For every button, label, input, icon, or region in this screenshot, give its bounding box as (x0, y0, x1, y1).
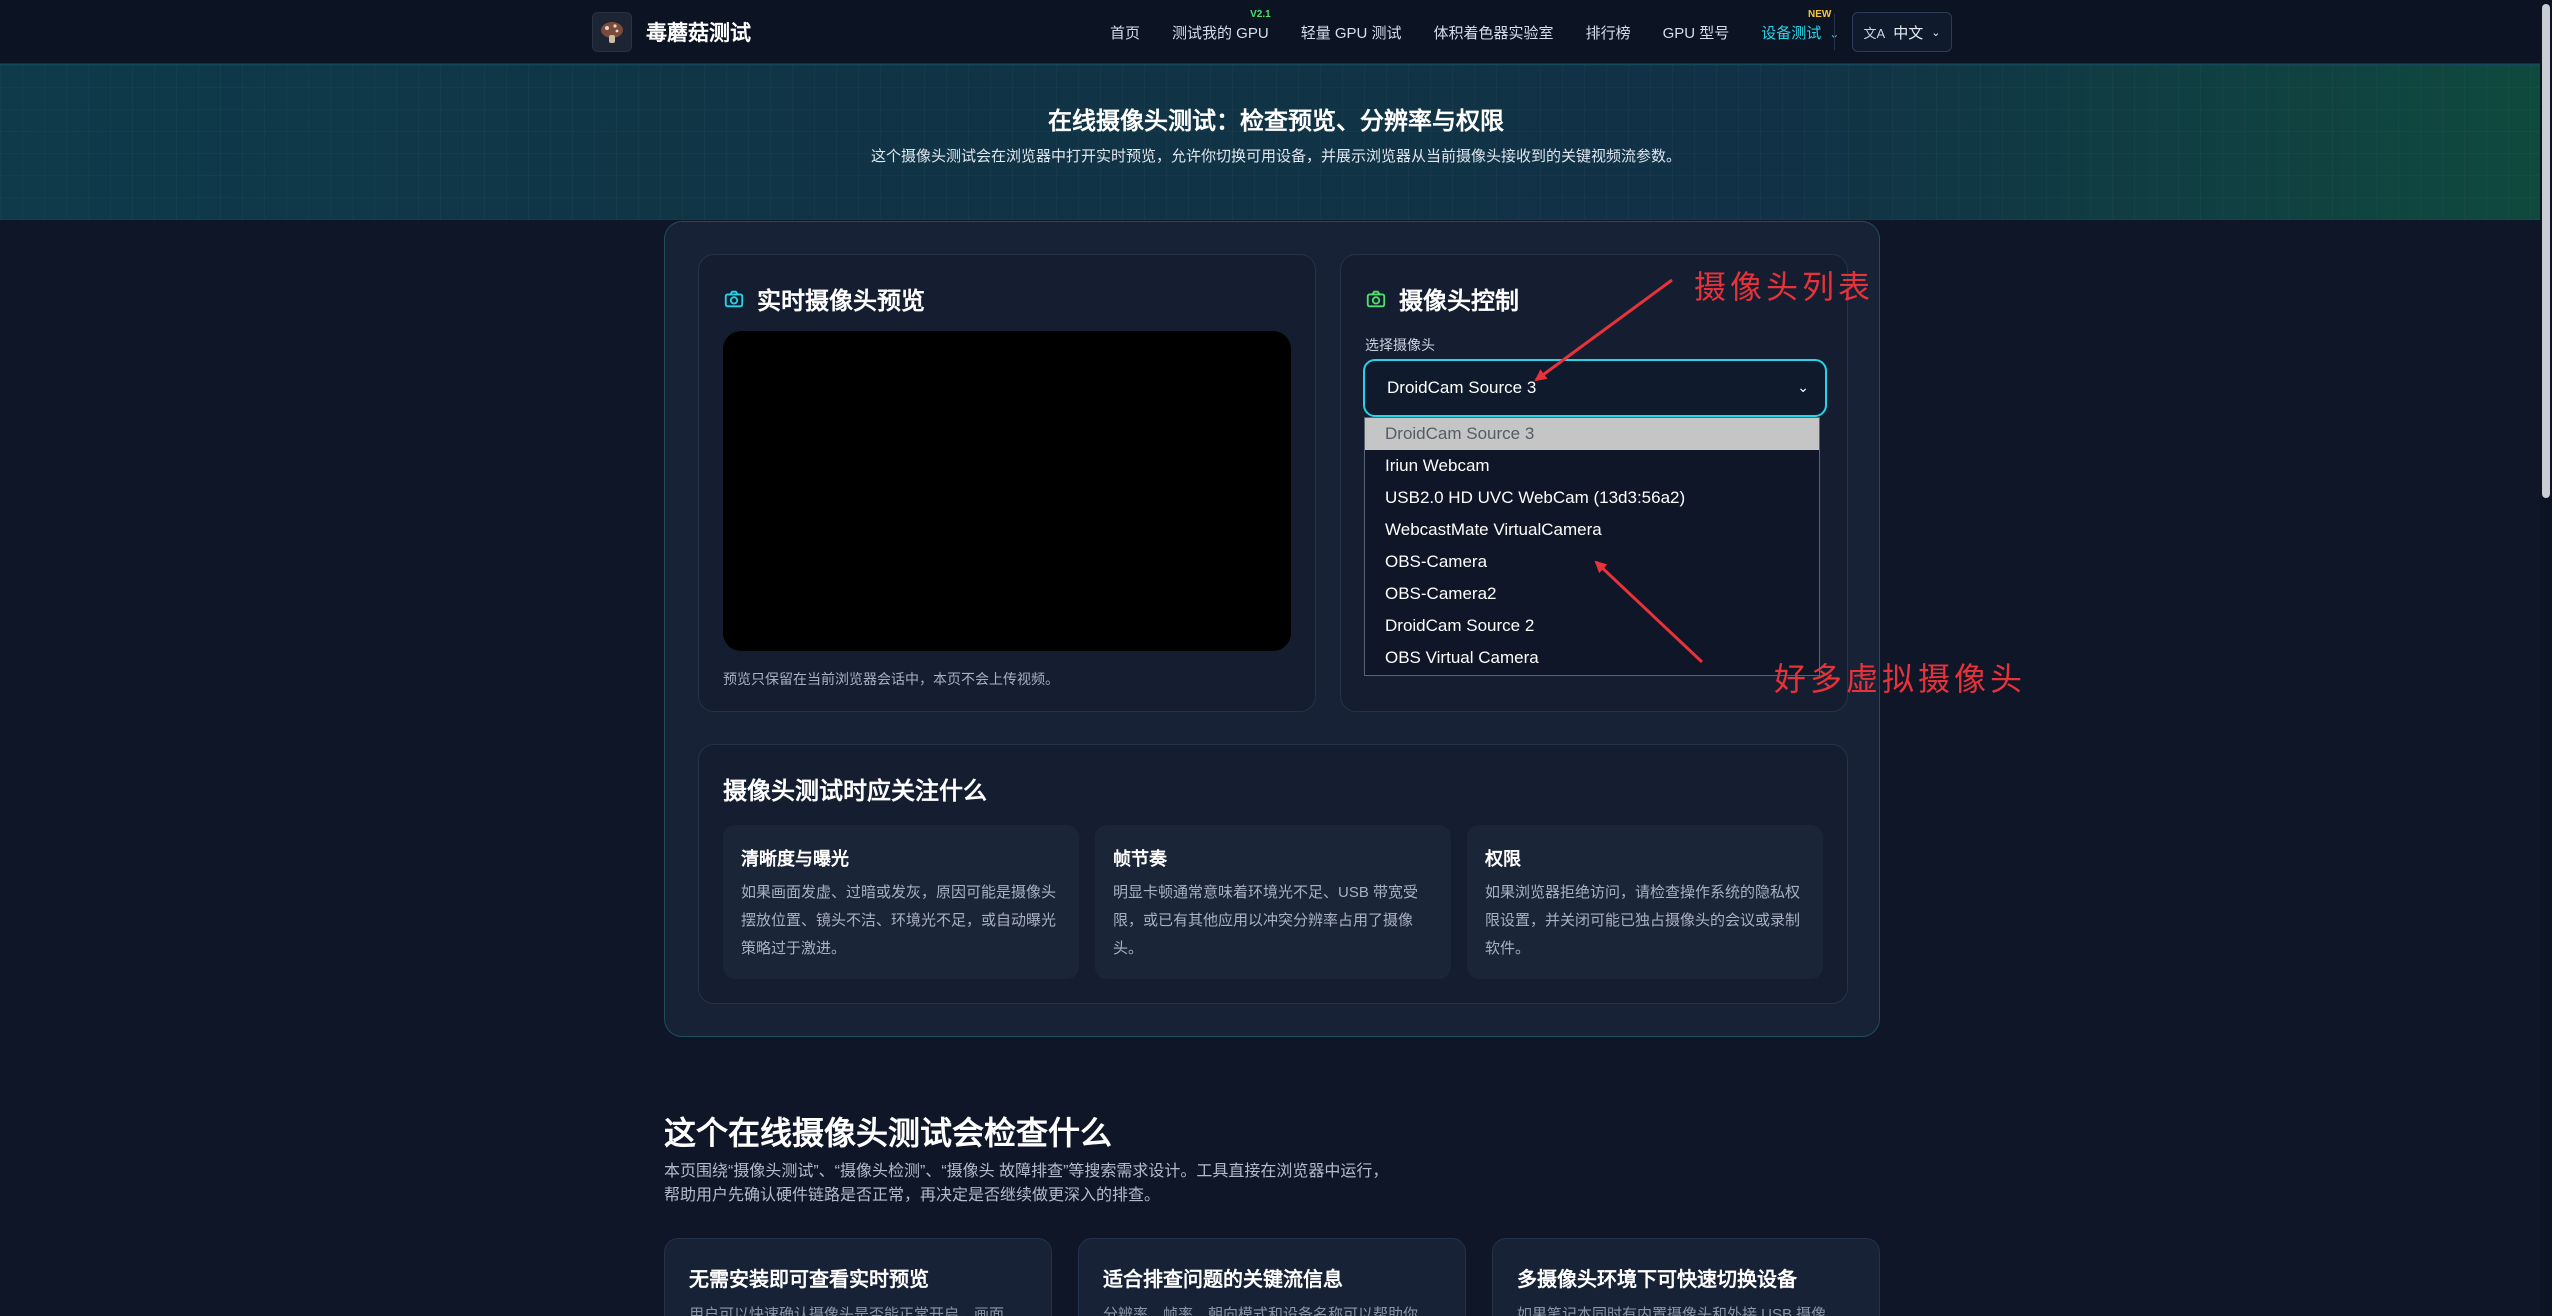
scrollbar-thumb[interactable] (2542, 4, 2550, 498)
preview-title-text: 实时摄像头预览 (757, 288, 925, 315)
tile-permissions: 权限 如果浏览器拒绝访问，请检查操作系统的隐私权限设置，并关闭可能已独占摄像头的… (1467, 825, 1823, 979)
camera-select-value: DroidCam Source 3 (1387, 378, 1537, 397)
translate-icon: 文A (1863, 25, 1886, 41)
feature-card-body: 用户可以快速确认摄像头是否能正常开启，画面 (689, 1306, 1005, 1316)
tile-body: 如果画面发虚、过暗或发灰，原因可能是摄像头摆放位置、镜头不洁、环境光不足，或自动… (741, 884, 1057, 957)
page-title: 在线摄像头测试：检查预览、分辨率与权限 (1048, 108, 1504, 135)
chevron-down-icon: ⌄ (1797, 379, 1809, 395)
nav-test-gpu[interactable]: 测试我的 GPU V2.1 (1172, 9, 1271, 43)
nav-light-gpu-test[interactable]: 轻量 GPU 测试 (1301, 22, 1402, 43)
focus-section: 摄像头测试时应关注什么 清晰度与曝光 如果画面发虚、过暗或发灰，原因可能是摄像头… (698, 744, 1848, 1004)
brand[interactable]: 毒蘑菇测试 (592, 12, 751, 52)
nav-divider (1834, 14, 1835, 50)
nav-volume-shader-lab-label: 体积着色器实验室 (1433, 24, 1554, 42)
nav-home[interactable]: 首页 (1110, 22, 1140, 43)
feature-card-body: 分辨率、帧率、朝向模式和设备名称可以帮助你 (1103, 1306, 1419, 1316)
feature-card-live-preview: 无需安装即可查看实时预览 用户可以快速确认摄像头是否能正常开启，画面 (664, 1238, 1052, 1316)
tile-body: 如果浏览器拒绝访问，请检查操作系统的隐私权限设置，并关闭可能已独占摄像头的会议或… (1485, 884, 1801, 957)
nav-gpu-models[interactable]: GPU 型号 (1663, 22, 1730, 43)
page-scrollbar[interactable] (2540, 0, 2552, 1316)
nav-light-gpu-test-label: 轻量 GPU 测试 (1300, 24, 1402, 42)
camera-option[interactable]: OBS-Camera2 (1365, 578, 1819, 610)
nav-device-test[interactable]: 设备测试⌄NEW (1761, 9, 1839, 43)
camera-option[interactable]: OBS Virtual Camera (1365, 642, 1819, 674)
feature-card-stream-info: 适合排查问题的关键流信息 分辨率、帧率、朝向模式和设备名称可以帮助你 (1078, 1238, 1466, 1316)
camera-option[interactable]: DroidCam Source 2 (1365, 610, 1819, 642)
section-what-it-checks-title: 这个在线摄像头测试会检查什么 (664, 1115, 1113, 1151)
preview-card-title: 实时摄像头预览 (723, 281, 925, 316)
tile-title: 权限 (1485, 849, 1521, 869)
new-badge: NEW (1808, 8, 1832, 20)
control-card-title: 摄像头控制 (1365, 281, 1519, 316)
hero-grid-pattern (0, 65, 2552, 220)
nav-device-test-label: 设备测试 (1761, 24, 1822, 42)
annotation-many-virtual-cameras: 好多虚拟摄像头 (1774, 660, 2027, 698)
control-title-text: 摄像头控制 (1399, 288, 1519, 315)
camera-option[interactable]: WebcastMate VirtualCamera (1365, 514, 1819, 546)
preview-card: 实时摄像头预览 预览只保留在当前浏览器会话中，本页不会上传视频。 (698, 254, 1316, 712)
feature-card-title: 无需安装即可查看实时预览 (689, 1269, 929, 1291)
version-badge: V2.1 (1250, 8, 1271, 20)
camera-option[interactable]: Iriun Webcam (1365, 450, 1819, 482)
camera-option[interactable]: DroidCam Source 3 (1365, 418, 1819, 450)
tile-title: 帧节奏 (1113, 849, 1167, 869)
camera-select-label: 选择摄像头 (1365, 337, 1435, 353)
camera-option[interactable]: OBS-Camera (1365, 546, 1819, 578)
preview-privacy-note: 预览只保留在当前浏览器会话中，本页不会上传视频。 (723, 671, 1059, 687)
tile-body: 明显卡顿通常意味着环境光不足、USB 带宽受限，或已有其他应用以冲突分辨率占用了… (1113, 884, 1419, 957)
camera-icon (724, 290, 744, 307)
feature-card-title: 多摄像头环境下可快速切换设备 (1517, 1269, 1797, 1291)
mushroom-logo-icon (592, 12, 632, 52)
nav-test-gpu-label: 测试我的 GPU (1172, 24, 1269, 42)
focus-section-title: 摄像头测试时应关注什么 (723, 778, 987, 805)
section-what-it-checks-body: 本页围绕“摄像头测试”、“摄像头检测”、“摄像头 故障排查”等搜索需求设计。工具… (664, 1160, 1444, 1208)
camera-dropdown-list: DroidCam Source 3 Iriun Webcam USB2.0 HD… (1364, 417, 1820, 676)
main-nav: 首页 测试我的 GPU V2.1 轻量 GPU 测试 体积着色器实验室 排行榜 G… (1110, 0, 1871, 64)
nav-home-label: 首页 (1110, 24, 1141, 42)
annotation-camera-list: 摄像头列表 (1694, 268, 1875, 306)
feature-card-switch-devices: 多摄像头环境下可快速切换设备 如果笔记本同时有内置摄像头和外接 USB 摄像 (1492, 1238, 1880, 1316)
brand-name: 毒蘑菇测试 (646, 22, 751, 45)
nav-gpu-models-label: GPU 型号 (1662, 24, 1730, 42)
language-switch-button[interactable]: 文A 中文 ⌄ (1852, 12, 1952, 52)
section-body-line: 本页围绕“摄像头测试”、“摄像头检测”、“摄像头 故障排查”等搜索需求设计。工具… (664, 1163, 1389, 1180)
page-subtitle: 这个摄像头测试会在浏览器中打开实时预览，允许你切换可用设备，并展示浏览器从当前摄… (870, 148, 1681, 165)
top-navigation-bar: 毒蘑菇测试 首页 测试我的 GPU V2.1 轻量 GPU 测试 体积着色器实验室… (0, 0, 2552, 64)
camera-preview-video (723, 331, 1291, 651)
camera-icon (1366, 290, 1386, 307)
hero-banner: 在线摄像头测试：检查预览、分辨率与权限 这个摄像头测试会在浏览器中打开实时预览，… (0, 64, 2552, 220)
feature-card-body: 如果笔记本同时有内置摄像头和外接 USB 摄像 (1517, 1306, 1827, 1316)
tile-clarity-exposure: 清晰度与曝光 如果画面发虚、过暗或发灰，原因可能是摄像头摆放位置、镜头不洁、环境… (723, 825, 1079, 979)
tile-title: 清晰度与曝光 (741, 849, 849, 869)
nav-volume-shader-lab[interactable]: 体积着色器实验室 (1434, 22, 1554, 43)
camera-select[interactable]: DroidCam Source 3 ⌄ (1363, 359, 1827, 417)
tile-frame-pacing: 帧节奏 明显卡顿通常意味着环境光不足、USB 带宽受限，或已有其他应用以冲突分辨… (1095, 825, 1451, 979)
language-label: 中文 (1893, 24, 1924, 42)
chevron-down-icon: ⌄ (1931, 26, 1941, 39)
feature-card-title: 适合排查问题的关键流信息 (1103, 1269, 1343, 1291)
nav-leaderboard[interactable]: 排行榜 (1586, 22, 1631, 43)
camera-option[interactable]: USB2.0 HD UVC WebCam (13d3:56a2) (1365, 482, 1819, 514)
nav-leaderboard-label: 排行榜 (1585, 24, 1631, 42)
section-body-line: 帮助用户先确认硬件链路是否正常，再决定是否继续做更深入的排查。 (664, 1187, 1161, 1204)
